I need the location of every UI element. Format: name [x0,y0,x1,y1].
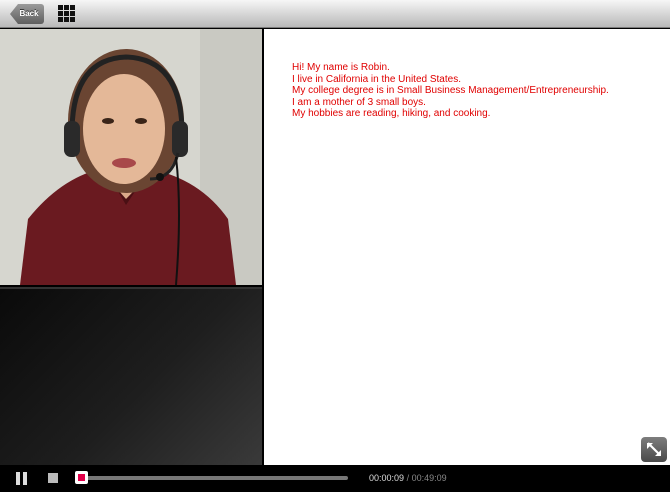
chat-text-panel: Hi! My name is Robin. I live in Californ… [264,29,670,465]
total-time: 00:49:09 [411,473,447,483]
stop-button[interactable] [48,473,58,483]
time-readout: 00:00:09 / 00:49:09 [369,472,447,484]
grid-icon[interactable] [58,5,75,22]
back-button[interactable]: Back [10,4,44,24]
player-controls: 00:00:09 / 00:49:09 [0,465,670,492]
self-video-preview [0,287,262,467]
expand-icon [647,442,661,456]
tutor-figure [0,29,262,285]
time-separator: / [406,473,410,483]
text-line: I live in California in the United State… [292,73,461,85]
tutor-video [0,29,262,285]
text-line: I am a mother of 3 small boys. [292,96,426,108]
intro-text: Hi! My name is Robin. I live in Californ… [292,62,609,120]
progress-handle[interactable] [75,471,88,484]
text-line: My hobbies are reading, hiking, and cook… [292,108,491,119]
top-toolbar: Back [0,0,670,28]
text-line: My college degree is in Small Business M… [292,85,609,96]
text-line: Hi! My name is Robin. [292,62,390,73]
progress-track[interactable] [80,476,348,480]
expand-button[interactable] [641,437,667,462]
pause-button[interactable] [16,472,28,485]
current-time: 00:00:09 [369,473,405,483]
